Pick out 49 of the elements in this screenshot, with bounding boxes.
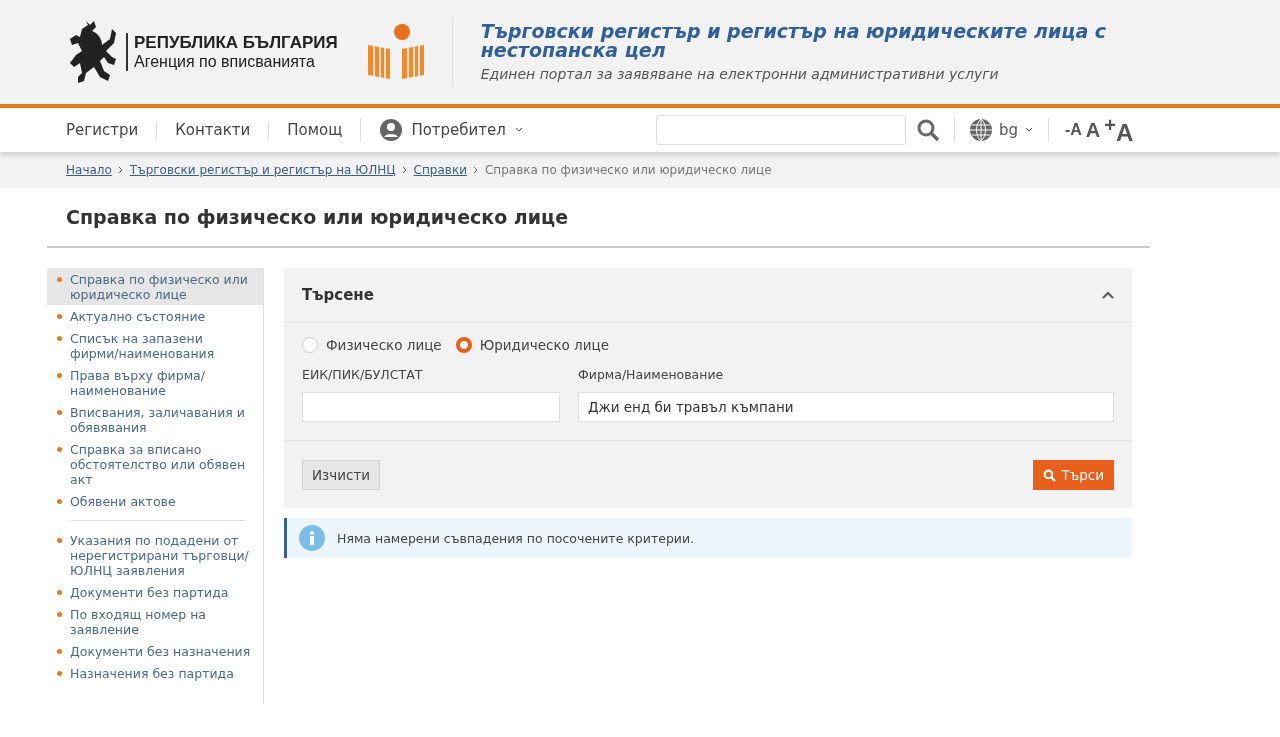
current-page-label: Справка по физическо или юридическо лице	[484, 163, 772, 177]
org-name: РЕПУБЛИКА БЪЛГАРИЯ	[134, 33, 338, 53]
user-avatar-icon	[379, 118, 404, 142]
clear-button[interactable]: Изчисти	[302, 460, 381, 490]
chevron-icon	[401, 166, 408, 174]
font-size-button[interactable]: -A	[1062, 121, 1084, 139]
portal-title: Търговски регистър и регистър на юридическите лица с нестопанска цел	[480, 22, 1108, 60]
chevron-icon	[117, 166, 124, 174]
user-menu[interactable]: Потребител	[360, 118, 524, 142]
nav-link[interactable]: Регистри	[66, 121, 157, 139]
nav-link[interactable]: Помощ	[268, 121, 361, 139]
portal-subtitle: Единен портал за заявяване на електронни административни услуги	[480, 66, 1000, 82]
breadcrumb-link[interactable]: Начало	[66, 163, 112, 177]
sidebar-item[interactable]: Вписвания, заличавания и обявявания	[47, 401, 263, 438]
sidebar-item[interactable]: Справка по физическо или юридическо лице	[47, 268, 263, 305]
chevron-icon[interactable]	[1102, 291, 1114, 299]
search-icon[interactable]	[915, 118, 940, 142]
agency-name: Агенция по вписванията	[134, 53, 316, 71]
input-field[interactable]	[302, 392, 560, 422]
radio-option[interactable]: Физическо лице	[302, 337, 442, 353]
panel-title: Търсене	[302, 286, 374, 304]
sidebar-item[interactable]: Обявени актове	[47, 490, 263, 512]
breadcrumb-link[interactable]: Справки	[413, 163, 467, 177]
sidebar-item[interactable]: Списък на запазени фирми/наименования	[47, 327, 263, 364]
sidebar-item[interactable]: Права върху фирма/ наименование	[47, 364, 263, 401]
sidebar-item[interactable]: Указания по подадени от нерегистрирани търговци/ ЮЛНЦ заявления	[47, 529, 263, 581]
font-size-button[interactable]: $^{+}$A	[1102, 113, 1136, 147]
page-title: Справка по физическо или юридическо лице	[47, 188, 1150, 248]
info-icon	[299, 525, 325, 551]
search-button[interactable]: Търси	[1033, 460, 1114, 490]
sidebar-item[interactable]: Актуално състояние	[47, 305, 263, 327]
sidebar-item[interactable]: По входящ номер на заявление	[47, 603, 263, 640]
field-label: Фирма/Наименование	[578, 367, 725, 384]
language-selector[interactable]: bg	[968, 118, 1034, 142]
sidebar-item[interactable]: Документи без назначения	[47, 640, 263, 662]
sidebar-item[interactable]: Назначения без партида	[47, 662, 263, 684]
search-field[interactable]	[655, 115, 906, 145]
breadcrumb-link[interactable]: Търговски регистър и регистър на ЮЛНЦ	[129, 163, 396, 177]
font-size-button[interactable]: A	[1083, 118, 1103, 142]
sidebar-item[interactable]: Документи без партида	[47, 581, 263, 603]
nav-link[interactable]: Контакти	[156, 121, 269, 139]
field-label: ЕИК/ПИК/БУЛСТАТ	[302, 367, 424, 384]
chevron-icon	[472, 166, 479, 174]
radio-option[interactable]: Юридическо лице	[455, 337, 609, 353]
sidebar-item[interactable]: Справка за вписано обстоятелство или обявен акт	[47, 438, 263, 490]
input-field[interactable]: Джи енд би травъл къмпани	[578, 392, 1114, 422]
alert-message: Няма намерени съвпадения по посочените критерии.	[337, 530, 695, 546]
search-icon	[1043, 468, 1057, 482]
globe-icon	[968, 118, 993, 142]
